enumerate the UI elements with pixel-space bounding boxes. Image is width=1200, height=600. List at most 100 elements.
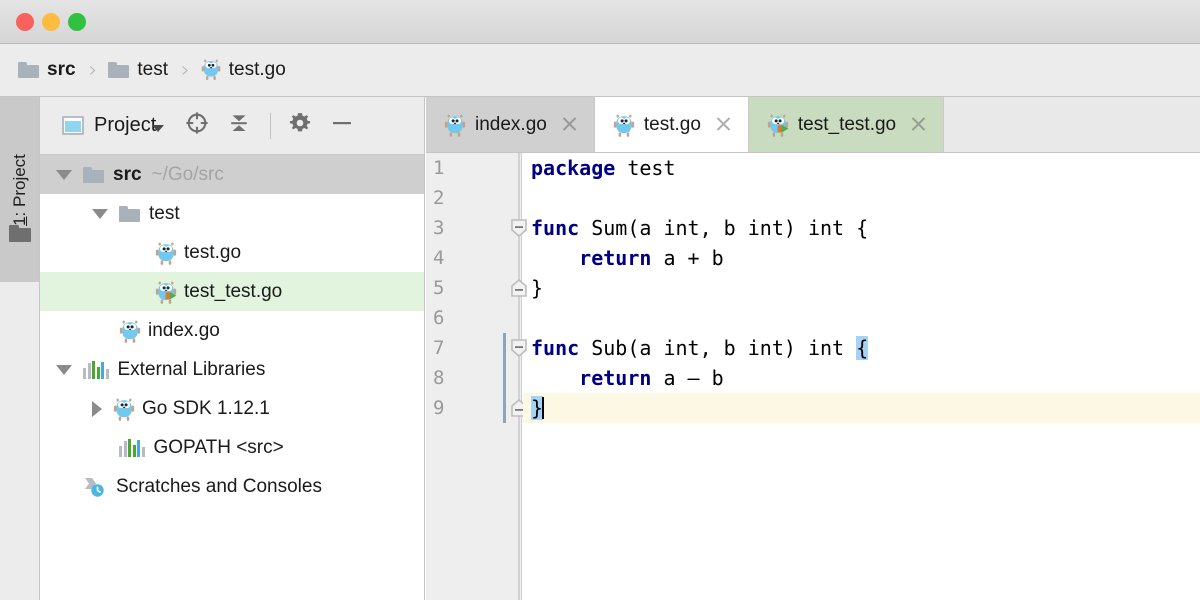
go-file-icon: [155, 242, 177, 265]
tree-node-test[interactable]: test: [40, 194, 424, 233]
hide-panel-icon[interactable]: [329, 110, 355, 141]
code-text: a – b: [651, 366, 724, 390]
editor-tab-index-go[interactable]: index.go: [426, 97, 595, 152]
editor-tab-bar: index.go test.go test_test.go: [426, 97, 1200, 153]
breadcrumb-separator-icon: ›: [180, 57, 190, 83]
code-line-5[interactable]: }: [523, 273, 1200, 303]
code-line-1[interactable]: package test: [523, 153, 1200, 183]
breadcrumb-separator-icon: ›: [88, 57, 98, 83]
collapse-all-icon[interactable]: [226, 110, 252, 141]
ide-window: src › test › test.go 1: Project Project …: [0, 0, 1200, 600]
libraries-icon: [119, 438, 145, 457]
code-keyword: package: [531, 156, 616, 180]
code-editor[interactable]: 1 2 3 4 5 6 7 8 9 package test func Sum(a int, b …: [426, 153, 1200, 600]
code-content[interactable]: package test func Sum(a int, b int) int {…: [523, 153, 1200, 600]
tree-node-label: GOPATH <src>: [153, 436, 284, 458]
tree-node-go-sdk-1-12-1[interactable]: Go SDK 1.12.1: [40, 389, 424, 428]
tree-node-index-go[interactable]: index.go: [40, 311, 424, 350]
go-test-file-icon: [767, 114, 789, 137]
line-number: 7: [433, 337, 445, 359]
go-file-icon: [201, 59, 221, 81]
code-line-3[interactable]: func Sum(a int, b int) int {: [523, 213, 1200, 243]
tree-node-label: test: [149, 202, 180, 224]
code-keyword: func: [531, 216, 580, 240]
close-icon[interactable]: [561, 116, 578, 133]
tree-node-label: index.go: [148, 319, 220, 341]
tree-node-scratches-and-consoles[interactable]: Scratches and Consoles: [40, 467, 424, 506]
tree-node-label: Scratches and Consoles: [116, 475, 322, 497]
settings-gear-icon[interactable]: [287, 110, 313, 141]
chevron-down-icon[interactable]: [56, 169, 72, 180]
tree-node-gopath-src[interactable]: GOPATH <src>: [40, 428, 424, 467]
tree-node-test-test-go[interactable]: test_test.go: [40, 272, 424, 311]
title-bar: [0, 0, 1200, 44]
editor-tab-test-go[interactable]: test.go: [594, 97, 749, 152]
tool-window-button-project[interactable]: 1: Project: [0, 97, 39, 282]
zoom-button[interactable]: [68, 13, 86, 31]
project-tool-window: Project src ~/Go/src test test.go test_t…: [40, 97, 425, 600]
tree-node-test-go[interactable]: test.go: [40, 233, 424, 272]
breadcrumb-label: src: [47, 59, 76, 80]
matched-brace: {: [856, 336, 869, 360]
scroll-from-source-icon[interactable]: [184, 110, 210, 141]
close-icon[interactable]: [910, 116, 927, 133]
breadcrumb-item-src[interactable]: src: [18, 59, 76, 81]
go-file-icon: [613, 114, 634, 137]
code-keyword: return: [579, 366, 652, 390]
code-line-7[interactable]: func Sub(a int, b int) int {: [523, 333, 1200, 363]
breadcrumb-label: test.go: [228, 59, 286, 80]
code-line-9[interactable]: }: [523, 393, 1200, 423]
code-keyword: func: [531, 336, 580, 360]
breadcrumb: src › test › test.go: [0, 44, 1200, 97]
chevron-down-icon[interactable]: [56, 364, 72, 375]
tree-node-label: Go SDK 1.12.1: [142, 397, 270, 419]
tree-node-src[interactable]: src ~/Go/src: [40, 155, 424, 194]
tree-node-label: test_test.go: [184, 280, 283, 302]
folder-icon: [9, 225, 31, 242]
go-file-icon: [119, 320, 141, 343]
text-caret: [542, 397, 545, 419]
block-indicator: [503, 333, 506, 423]
folder-icon: [18, 62, 39, 78]
breadcrumb-item-test[interactable]: test: [108, 59, 168, 81]
code-line-6[interactable]: [523, 303, 1200, 333]
toolbar-separator: [270, 112, 272, 139]
tree-node-label: External Libraries: [117, 358, 266, 380]
tree-node-path: ~/Go/src: [151, 163, 224, 185]
editor-gutter[interactable]: 1 2 3 4 5 6 7 8 9: [426, 153, 522, 600]
go-test-file-icon: [155, 281, 177, 304]
minimize-button[interactable]: [42, 13, 60, 31]
chevron-down-icon[interactable]: [152, 125, 165, 132]
line-number-column: 1 2 3 4 5 6 7 8 9: [426, 153, 521, 423]
code-text: test: [615, 156, 676, 180]
tree-node-external-libraries[interactable]: External Libraries: [40, 350, 424, 389]
chevron-right-icon[interactable]: [92, 400, 102, 417]
scratches-icon: [83, 476, 107, 498]
folder-icon: [108, 62, 130, 78]
code-line-8[interactable]: return a – b: [523, 363, 1200, 393]
editor-tab-label: test.go: [643, 113, 701, 135]
line-number: 1: [433, 157, 445, 179]
go-file-icon: [113, 398, 135, 421]
tool-window-button-label: 1: Project: [9, 153, 29, 226]
editor-area: index.go test.go test_test.go 1 2 3 4 5 6 7 8 9 pa…: [426, 97, 1200, 600]
editor-tab-test_test-go[interactable]: test_test.go: [748, 97, 945, 152]
tree-node-label: test.go: [184, 241, 242, 263]
close-button[interactable]: [16, 13, 34, 31]
project-view-icon: [62, 116, 84, 135]
line-number: 3: [433, 217, 445, 239]
code-line-2[interactable]: [523, 183, 1200, 213]
line-number: 8: [433, 367, 445, 389]
line-number: 6: [433, 307, 445, 329]
code-line-4[interactable]: return a + b: [523, 243, 1200, 273]
code-keyword: return: [579, 246, 652, 270]
line-number: 5: [433, 277, 445, 299]
breadcrumb-item-test-go[interactable]: test.go: [201, 59, 286, 81]
code-text: a + b: [651, 246, 724, 270]
chevron-down-icon[interactable]: [92, 208, 108, 219]
panel-title: Project: [94, 114, 157, 136]
close-icon[interactable]: [715, 116, 732, 133]
editor-tab-label: test_test.go: [797, 113, 897, 135]
project-tree: src ~/Go/src test test.go test_test.go index.…: [40, 155, 424, 506]
